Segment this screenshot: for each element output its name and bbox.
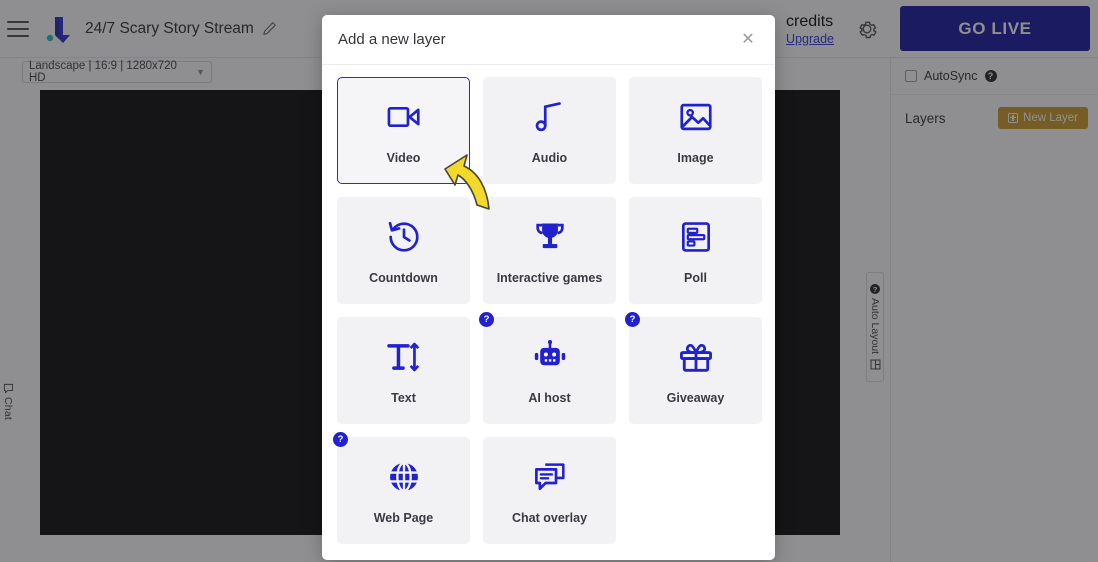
chat-overlay-icon: [531, 457, 569, 497]
layer-card-image[interactable]: Image: [629, 77, 762, 184]
modal-body: Video Audio Image Countdown Interactive …: [322, 65, 775, 560]
video-camera-icon: [385, 97, 423, 137]
layer-card-label: Giveaway: [666, 390, 725, 405]
layer-card-label: Interactive games: [496, 270, 603, 285]
help-question-icon[interactable]: ?: [479, 312, 494, 327]
layer-card-label: Poll: [684, 270, 707, 285]
layer-card-label: Chat overlay: [511, 510, 588, 525]
globe-icon: [385, 457, 423, 497]
clock-rewind-icon: [385, 217, 423, 257]
image-icon: [677, 97, 715, 137]
text-size-icon: [385, 337, 423, 377]
trophy-icon: [531, 217, 569, 257]
close-icon[interactable]: ✕: [737, 29, 759, 51]
layer-card-poll[interactable]: Poll: [629, 197, 762, 304]
modal-header: Add a new layer ✕: [322, 15, 775, 65]
robot-icon: [531, 337, 569, 377]
layer-card-label: Video: [386, 150, 421, 165]
layer-card-interactive-games[interactable]: Interactive games: [483, 197, 616, 304]
layer-card-web-page[interactable]: ? Web Page: [333, 432, 470, 544]
layer-card-label: Countdown: [369, 270, 438, 285]
gift-icon: [677, 337, 715, 377]
layer-card-text[interactable]: Text: [337, 317, 470, 424]
help-question-icon[interactable]: ?: [625, 312, 640, 327]
layer-card-countdown[interactable]: Countdown: [337, 197, 470, 304]
layer-type-grid: Video Audio Image Countdown Interactive …: [333, 77, 762, 544]
layer-card-video[interactable]: Video: [337, 77, 470, 184]
layer-card-label: Text: [391, 390, 416, 405]
music-note-icon: [531, 97, 569, 137]
app-root: 24/7 Scary Story Stream credits Upgrade: [0, 0, 1098, 562]
layer-card-label: AI host: [528, 390, 571, 405]
help-question-icon[interactable]: ?: [333, 432, 348, 447]
layer-card-label: Audio: [531, 150, 568, 165]
layer-card-giveaway[interactable]: ? Giveaway: [625, 312, 762, 424]
layer-card-label: Web Page: [373, 510, 434, 525]
poll-bars-icon: [677, 217, 715, 257]
layer-card-audio[interactable]: Audio: [483, 77, 616, 184]
layer-card-ai-host[interactable]: ? AI host: [479, 312, 616, 424]
add-layer-modal: Add a new layer ✕ Video Audio Image Coun…: [322, 15, 775, 560]
modal-title: Add a new layer: [338, 31, 446, 48]
layer-card-chat-overlay[interactable]: Chat overlay: [483, 437, 616, 544]
layer-card-label: Image: [677, 150, 714, 165]
